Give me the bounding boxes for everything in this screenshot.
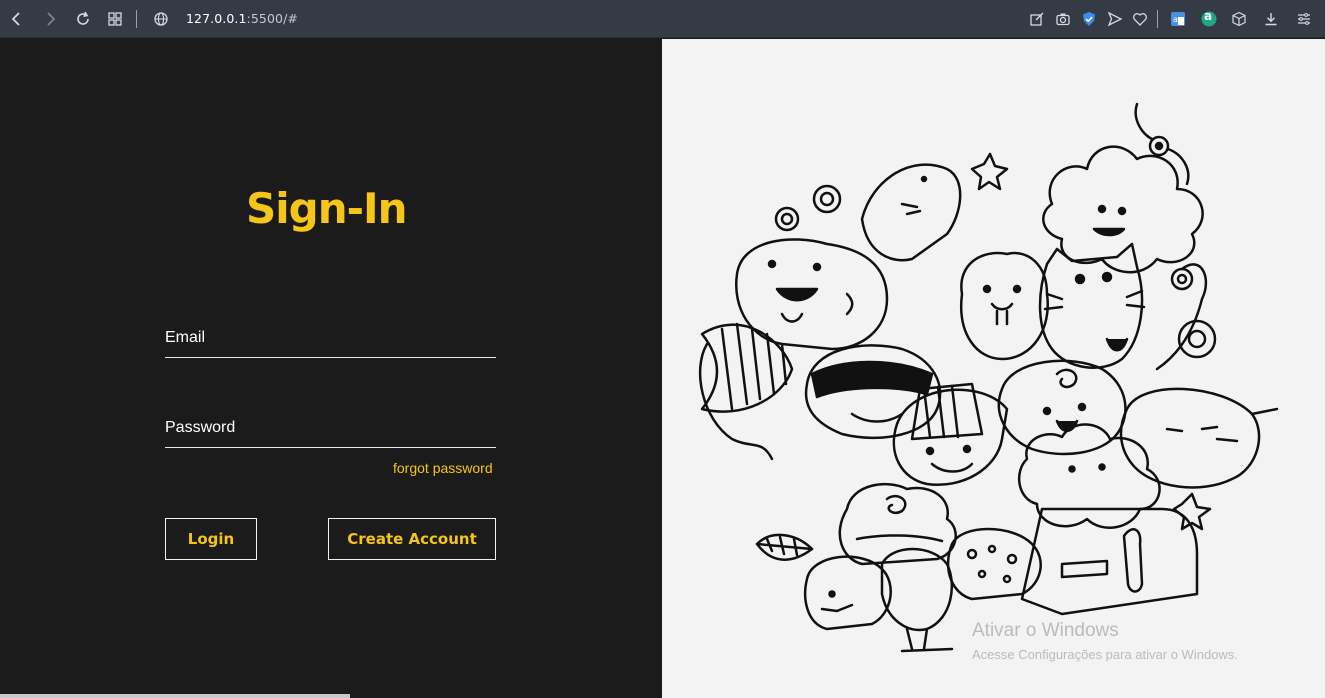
email-label: Email [165,329,206,346]
download-icon[interactable] [1261,9,1281,29]
login-button[interactable]: Login [165,518,257,560]
cube-icon[interactable] [1229,9,1249,29]
url-host: 127.0.0.1 [186,11,247,26]
signin-panel: Sign-In Email Password forgot password L… [0,39,662,698]
forward-icon[interactable] [40,9,60,29]
menu-icon[interactable] [1294,9,1314,29]
toolbar-divider [1157,10,1158,28]
shield-icon[interactable] [1079,9,1099,29]
translate-icon[interactable]: a [1168,9,1188,29]
heart-icon[interactable] [1130,9,1150,29]
extension-letter: a [1204,9,1213,23]
password-field[interactable] [165,447,496,448]
edit-icon[interactable] [1027,9,1047,29]
page-title: Sign-In [246,184,408,233]
create-account-button[interactable]: Create Account [328,518,496,560]
reload-icon[interactable] [73,9,93,29]
activation-watermark-title: Ativar o Windows [972,620,1119,641]
browser-toolbar: 127.0.0.1:5500/# a a [0,0,1325,38]
scrollbar[interactable] [0,694,350,698]
back-icon[interactable] [7,9,27,29]
camera-icon[interactable] [1053,9,1073,29]
password-label: Password [165,419,236,436]
url-path: :5500/# [246,11,298,26]
tabs-grid-icon[interactable] [105,9,125,29]
doodle-drawing [698,102,1279,653]
email-field[interactable] [165,357,496,358]
forgot-password-link[interactable]: forgot password [393,460,493,476]
address-bar[interactable]: 127.0.0.1:5500/# [186,11,298,26]
toolbar-divider [136,10,137,28]
doodle-illustration: Ativar o Windows Acesse Configurações pa… [662,39,1325,698]
activation-watermark-subtitle: Acesse Configurações para ativar o Windo… [972,647,1238,662]
extension-a-icon[interactable]: a [1199,9,1219,29]
send-icon[interactable] [1105,9,1125,29]
globe-icon[interactable] [151,9,171,29]
svg-text:a: a [1173,15,1178,24]
